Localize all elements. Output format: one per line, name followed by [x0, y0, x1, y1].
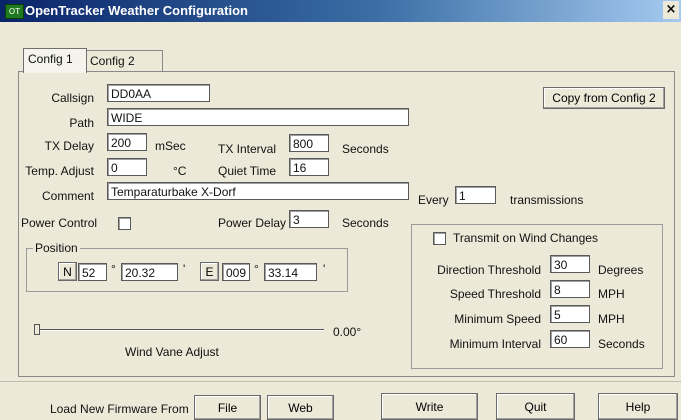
- every-label: Every: [418, 193, 449, 207]
- speed-threshold-unit: MPH: [598, 287, 625, 301]
- speed-threshold-label: Speed Threshold: [449, 287, 541, 301]
- close-icon[interactable]: ×: [663, 1, 679, 19]
- power-control-label: Power Control: [21, 216, 98, 230]
- direction-threshold-unit: Degrees: [598, 263, 644, 277]
- web-button[interactable]: Web: [267, 395, 334, 420]
- every-unit: transmissions: [510, 193, 584, 207]
- callsign-label: Callsign: [51, 91, 94, 105]
- minimum-interval-unit: Seconds: [598, 337, 645, 351]
- latitude-direction-button[interactable]: N: [58, 262, 77, 281]
- direction-threshold-label: Direction Threshold: [437, 263, 541, 277]
- longitude-degrees-input[interactable]: 009: [222, 263, 250, 281]
- path-label: Path: [69, 116, 94, 130]
- minimum-interval-label: Minimum Interval: [449, 337, 541, 351]
- position-group-title: Position: [33, 241, 80, 255]
- help-button[interactable]: Help: [598, 393, 678, 420]
- tab-config-2[interactable]: Config 2: [85, 50, 163, 73]
- longitude-direction-button[interactable]: E: [200, 262, 219, 281]
- minimum-speed-input[interactable]: 5: [550, 305, 590, 323]
- wind-vane-slider-thumb[interactable]: [34, 324, 40, 335]
- longitude-degree-symbol: °: [254, 262, 259, 276]
- write-button[interactable]: Write: [381, 393, 478, 420]
- tx-delay-input[interactable]: 200: [107, 133, 147, 151]
- quiet-time-label: Quiet Time: [218, 164, 277, 178]
- latitude-minute-symbol: ': [183, 262, 186, 276]
- transmit-on-wind-changes-checkbox[interactable]: [433, 232, 446, 245]
- direction-threshold-input[interactable]: 30: [550, 255, 590, 273]
- callsign-input[interactable]: DD0AA: [107, 84, 210, 102]
- app-icon: OT: [5, 4, 24, 19]
- minimum-speed-label: Minimum Speed: [454, 312, 541, 326]
- speed-threshold-input[interactable]: 8: [550, 280, 590, 298]
- tab-config-1[interactable]: Config 1: [23, 48, 87, 73]
- window-title: OpenTracker Weather Configuration: [25, 3, 248, 18]
- temp-adjust-input[interactable]: 0: [107, 158, 147, 176]
- comment-label: Comment: [41, 189, 94, 203]
- tx-delay-label: TX Delay: [44, 139, 94, 153]
- power-control-checkbox[interactable]: [118, 217, 131, 230]
- tx-interval-unit: Seconds: [342, 142, 389, 156]
- latitude-degrees-input[interactable]: 52: [78, 263, 107, 281]
- tx-interval-label: TX Interval: [218, 142, 277, 156]
- wind-vane-value: 0.00°: [333, 325, 362, 339]
- config-window: OT OpenTracker Weather Configuration × C…: [0, 0, 681, 420]
- temp-adjust-label: Temp. Adjust: [25, 164, 94, 178]
- minimum-speed-unit: MPH: [598, 312, 625, 326]
- power-delay-input[interactable]: 3: [289, 210, 329, 228]
- transmit-on-wind-changes-label: Transmit on Wind Changes: [453, 231, 598, 245]
- minimum-interval-input[interactable]: 60: [550, 330, 590, 348]
- longitude-minute-symbol: ': [323, 262, 326, 276]
- footer-divider: [0, 381, 681, 382]
- wind-vane-slider-track[interactable]: [35, 329, 324, 331]
- copy-from-config-2-button[interactable]: Copy from Config 2: [543, 87, 665, 109]
- every-input[interactable]: 1: [455, 186, 496, 204]
- longitude-minutes-input[interactable]: 33.14: [264, 263, 317, 281]
- temp-adjust-unit: °C: [173, 164, 187, 178]
- title-bar[interactable]: OT OpenTracker Weather Configuration: [0, 0, 681, 22]
- load-firmware-label: Load New Firmware From: [50, 402, 189, 416]
- wind-vane-label: Wind Vane Adjust: [125, 345, 219, 359]
- quit-button[interactable]: Quit: [496, 393, 575, 420]
- tx-delay-unit: mSec: [155, 139, 186, 153]
- power-delay-label: Power Delay: [218, 216, 287, 230]
- tx-interval-input[interactable]: 800: [289, 134, 329, 152]
- path-input[interactable]: WIDE: [107, 108, 409, 126]
- latitude-degree-symbol: °: [111, 262, 116, 276]
- power-delay-unit: Seconds: [342, 216, 389, 230]
- file-button[interactable]: File: [194, 395, 261, 420]
- latitude-minutes-input[interactable]: 20.32: [121, 263, 178, 281]
- comment-input[interactable]: Temparaturbake X-Dorf: [107, 182, 409, 200]
- quiet-time-input[interactable]: 16: [289, 158, 329, 176]
